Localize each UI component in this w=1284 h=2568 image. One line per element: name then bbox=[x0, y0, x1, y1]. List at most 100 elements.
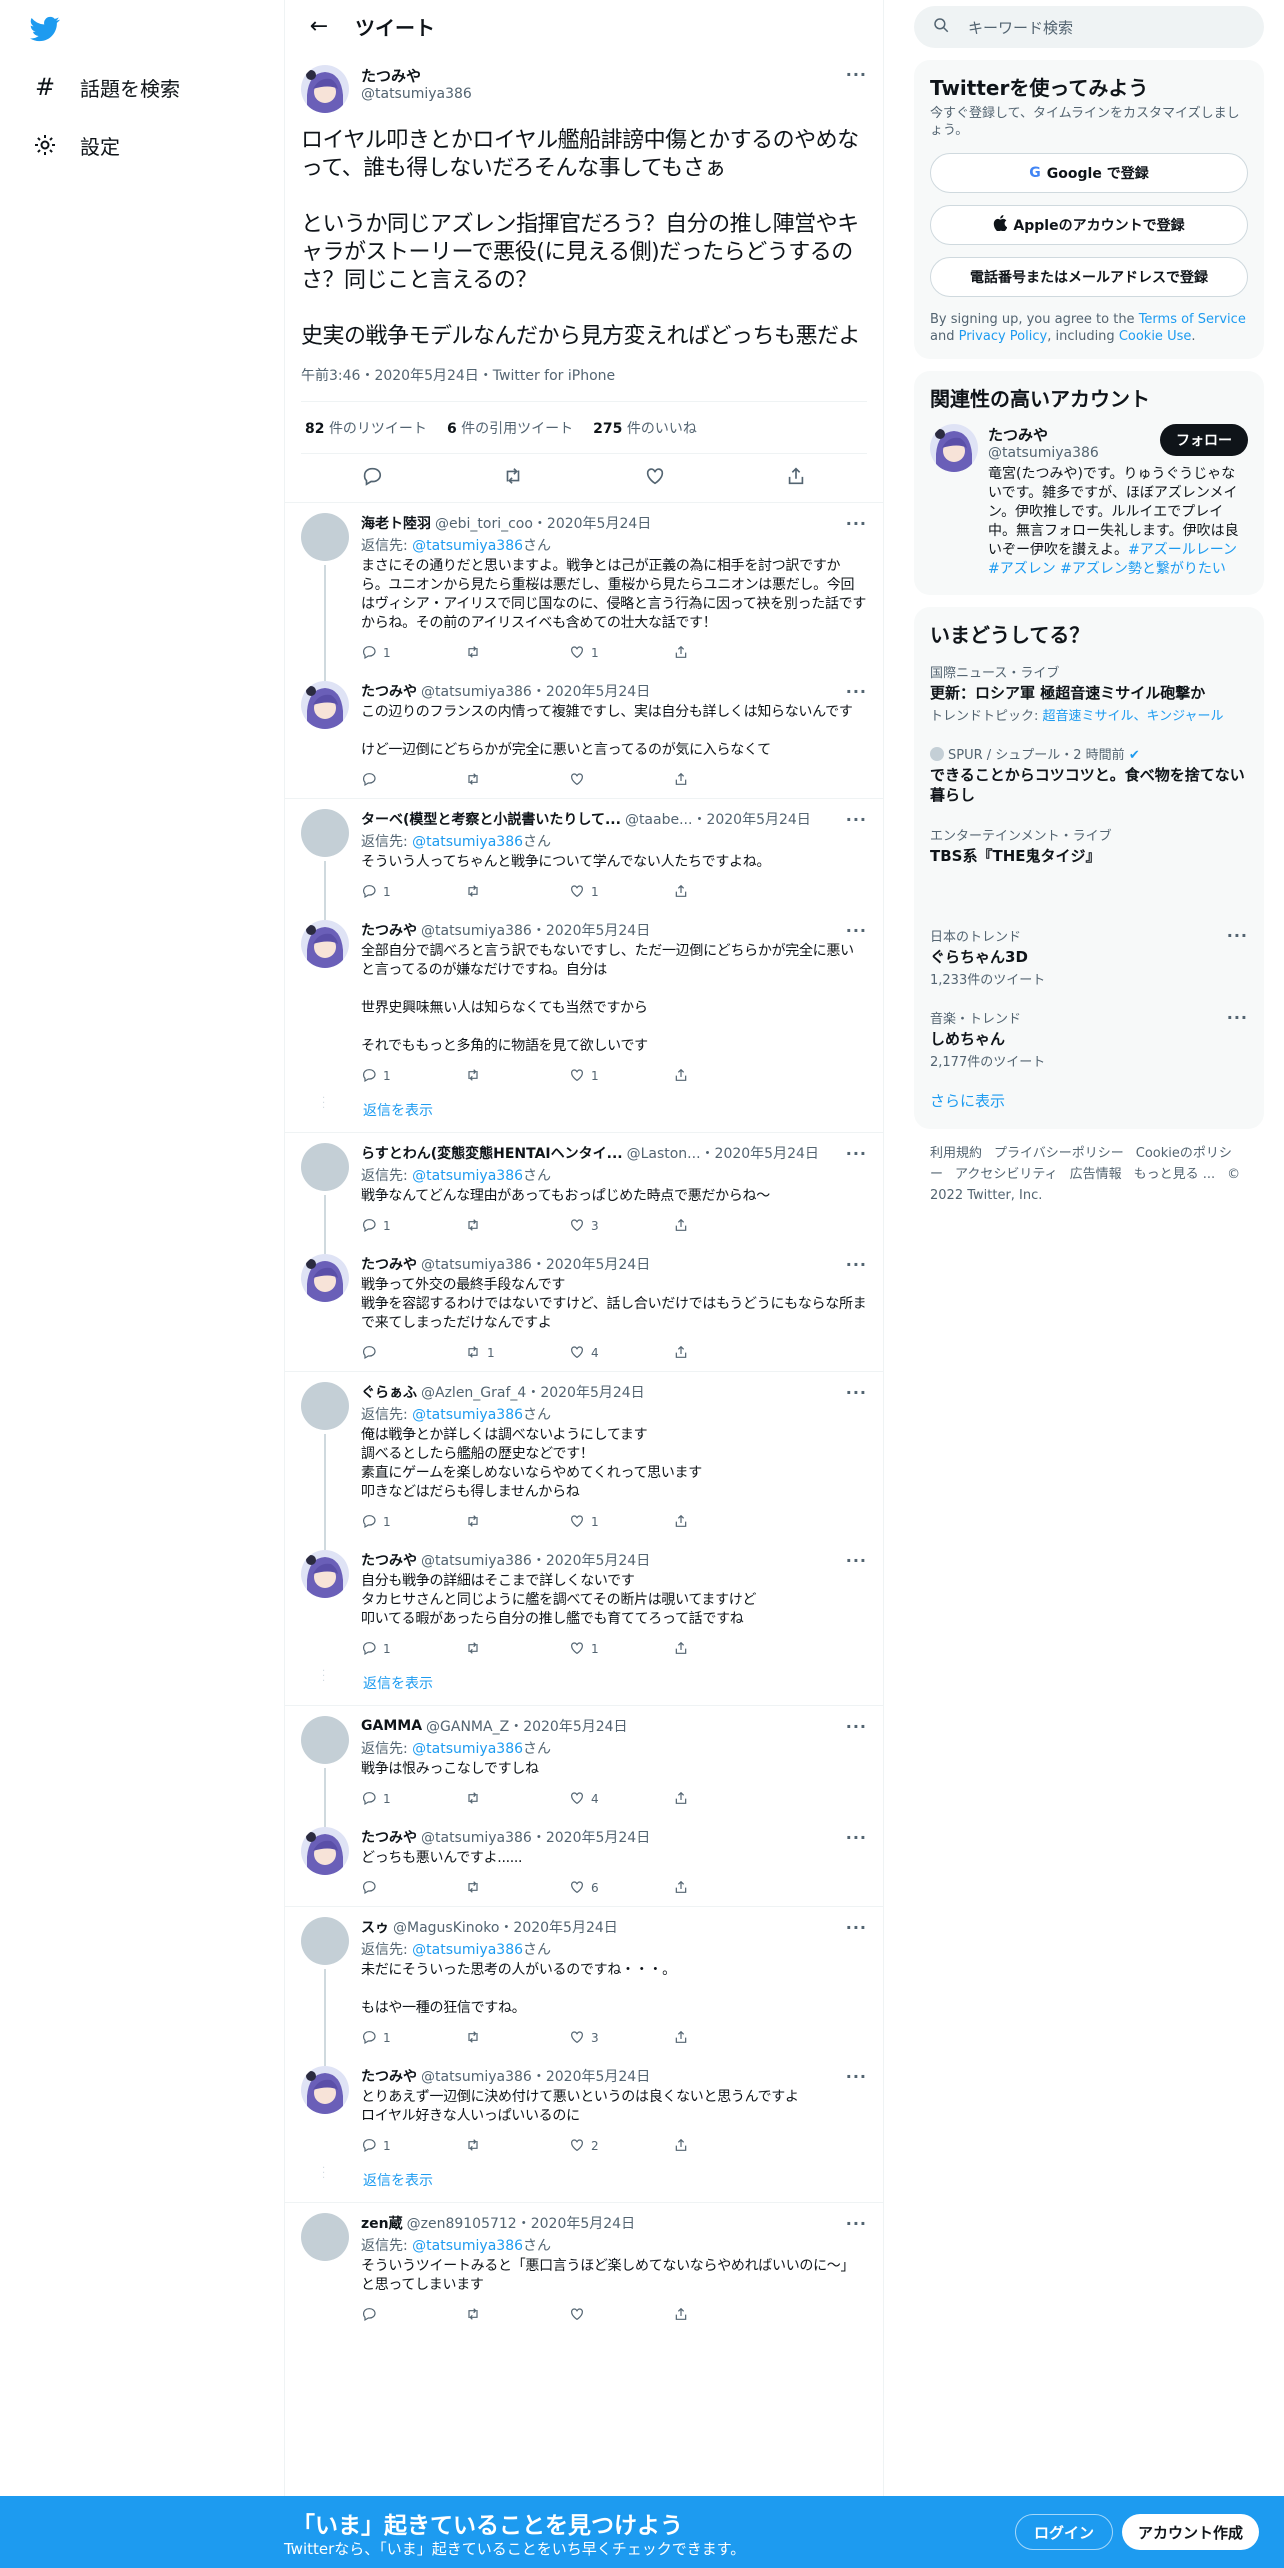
like-button[interactable]: 1 bbox=[569, 883, 673, 902]
reply-author-handle[interactable]: @Azlen_Graf_4・2020年5月24日 bbox=[421, 1382, 645, 1402]
reply-button[interactable]: 1 bbox=[361, 644, 465, 663]
reply-button[interactable] bbox=[361, 771, 465, 790]
trend-item[interactable]: 日本のトレンド ぐらちゃん3D 1,233件のツイート ··· bbox=[914, 916, 1264, 998]
reply-to-link[interactable]: @tatsumiya386 bbox=[412, 538, 523, 554]
reply-tweet[interactable]: たつみや @tatsumiya386・2020年5月24日 ··· どっちも悪いんです… bbox=[285, 1817, 883, 1906]
share-button[interactable] bbox=[673, 1067, 777, 1086]
reply-author-name[interactable]: たつみや bbox=[361, 1827, 417, 1847]
more-options-icon[interactable]: ··· bbox=[846, 65, 867, 84]
avatar[interactable] bbox=[301, 1254, 349, 1302]
twitter-logo-icon[interactable] bbox=[30, 14, 60, 48]
retweet-button[interactable] bbox=[465, 771, 569, 790]
avatar[interactable] bbox=[301, 2066, 349, 2114]
trend-item[interactable]: エンターテインメント・ライブ TBS系『THE鬼タイジ』 bbox=[914, 815, 1264, 876]
author-handle[interactable]: @tatsumiya386 bbox=[361, 86, 846, 102]
reply-author-handle[interactable]: @taabe...・2020年5月24日 bbox=[625, 809, 811, 829]
cookie-link[interactable]: Cookie Use bbox=[1119, 329, 1192, 344]
follow-button[interactable]: フォロー bbox=[1160, 424, 1248, 456]
like-button[interactable]: 6 bbox=[569, 1879, 673, 1898]
reply-tweet[interactable]: 海老ト陸羽 @ebi_tori_coo・2020年5月24日 ··· 返信先: @ta… bbox=[285, 503, 883, 671]
footer-link[interactable]: アクセシビリティ bbox=[955, 1167, 1058, 1182]
like-button[interactable]: 4 bbox=[569, 1790, 673, 1809]
retweet-button[interactable] bbox=[465, 2137, 569, 2156]
reply-tweet[interactable]: たつみや @tatsumiya386・2020年5月24日 ··· 自分も戦争の詳細は… bbox=[285, 1540, 883, 1667]
share-button[interactable] bbox=[673, 771, 777, 790]
trend-item[interactable]: SPUR / シュプール・2 時間前 ✔ できることからコツコツと。食べ物を捨てな… bbox=[914, 734, 1264, 815]
reply-button[interactable]: 1 bbox=[361, 2029, 465, 2048]
reply-tweet[interactable]: らすとわん(変態変態HENTAIヘンタイ... @Laston...・2020年5… bbox=[285, 1133, 883, 1244]
reply-author-handle[interactable]: @tatsumiya386・2020年5月24日 bbox=[421, 681, 650, 701]
reply-author-name[interactable]: ターベ(模型と考察と小説書いたりして... bbox=[361, 809, 621, 829]
reply-tweet[interactable]: ぐらぁふ @Azlen_Graf_4・2020年5月24日 ··· 返信先: @tat… bbox=[285, 1372, 883, 1540]
more-options-icon[interactable]: ··· bbox=[846, 1144, 867, 1163]
more-options-icon[interactable]: ··· bbox=[846, 921, 867, 940]
retweet-button[interactable] bbox=[465, 1879, 569, 1898]
footer-link[interactable]: もっと見る ... bbox=[1134, 1167, 1216, 1182]
like-count[interactable]: 275 件のいいね bbox=[593, 418, 697, 438]
trend-item[interactable]: 音楽・トレンド しめちゃん 2,177件のツイート ··· bbox=[914, 998, 1264, 1080]
more-options-icon[interactable]: ··· bbox=[846, 2214, 867, 2233]
reply-to-link[interactable]: @tatsumiya386 bbox=[412, 1168, 523, 1184]
reply-tweet[interactable]: スゥ @MagusKinoko・2020年5月24日 ··· 返信先: @tatsum… bbox=[285, 1907, 883, 2056]
reply-tweet[interactable]: たつみや @tatsumiya386・2020年5月24日 ··· この辺りのフランス… bbox=[285, 671, 883, 798]
like-button[interactable]: 1 bbox=[569, 1067, 673, 1086]
reply-button[interactable] bbox=[361, 1344, 465, 1363]
more-options-icon[interactable]: ··· bbox=[846, 810, 867, 829]
like-button[interactable]: 1 bbox=[569, 1640, 673, 1659]
like-button[interactable]: 1 bbox=[569, 1513, 673, 1532]
avatar[interactable] bbox=[301, 809, 349, 857]
reply-to-link[interactable]: @tatsumiya386 bbox=[412, 834, 523, 850]
reply-author-name[interactable]: 海老ト陸羽 bbox=[361, 513, 431, 533]
share-button[interactable] bbox=[673, 1513, 777, 1532]
reply-author-name[interactable]: zen蔵 bbox=[361, 2213, 403, 2233]
footer-link[interactable]: 利用規約 bbox=[930, 1146, 982, 1161]
more-options-icon[interactable]: ··· bbox=[1227, 1008, 1248, 1027]
reply-button[interactable]: 1 bbox=[361, 1217, 465, 1236]
reply-button[interactable]: 1 bbox=[361, 1067, 465, 1086]
retweet-button[interactable] bbox=[465, 644, 569, 663]
reply-tweet[interactable]: GAMMA @GANMA_Z・2020年5月24日 ··· 返信先: @tatsumi… bbox=[285, 1706, 883, 1817]
like-button[interactable]: 3 bbox=[569, 1217, 673, 1236]
reply-author-handle[interactable]: @ebi_tori_coo・2020年5月24日 bbox=[435, 513, 651, 533]
reply-button[interactable]: 1 bbox=[361, 2137, 465, 2156]
retweet-button[interactable] bbox=[465, 1790, 569, 1809]
show-replies-link[interactable]: · · · 返信を表示 bbox=[285, 1667, 883, 1706]
back-arrow-icon[interactable]: ← bbox=[301, 9, 337, 45]
reply-author-handle[interactable]: @tatsumiya386・2020年5月24日 bbox=[421, 1254, 650, 1274]
apple-signup-button[interactable]: Appleのアカウントで登録 bbox=[930, 205, 1248, 245]
more-options-icon[interactable]: ··· bbox=[1227, 926, 1248, 945]
more-options-icon[interactable]: ··· bbox=[846, 682, 867, 701]
like-button[interactable]: 4 bbox=[569, 1344, 673, 1363]
reply-button[interactable]: 1 bbox=[361, 1790, 465, 1809]
share-button[interactable] bbox=[673, 2306, 777, 2325]
search-input[interactable]: キーワード検索 bbox=[914, 6, 1264, 48]
reply-to-link[interactable]: @tatsumiya386 bbox=[412, 1942, 523, 1958]
nav-explore[interactable]: # 話題を検索 bbox=[30, 67, 180, 107]
like-button[interactable] bbox=[569, 771, 673, 790]
more-options-icon[interactable]: ··· bbox=[846, 1551, 867, 1570]
retweet-button[interactable] bbox=[465, 1067, 569, 1086]
reply-button[interactable] bbox=[361, 1879, 465, 1898]
share-button[interactable] bbox=[673, 1640, 777, 1659]
retweet-icon[interactable] bbox=[502, 465, 524, 491]
share-button[interactable] bbox=[673, 2029, 777, 2048]
signup-button[interactable]: アカウント作成 bbox=[1122, 2514, 1260, 2550]
share-button[interactable] bbox=[673, 1344, 777, 1363]
login-button[interactable]: ログイン bbox=[1015, 2514, 1114, 2550]
retweet-button[interactable] bbox=[465, 1640, 569, 1659]
share-button[interactable] bbox=[673, 644, 777, 663]
retweet-button[interactable] bbox=[465, 1217, 569, 1236]
reply-to-link[interactable]: @tatsumiya386 bbox=[412, 1407, 523, 1423]
share-button[interactable] bbox=[673, 883, 777, 902]
like-button[interactable]: 1 bbox=[569, 644, 673, 663]
retweet-button[interactable] bbox=[465, 883, 569, 902]
reply-author-handle[interactable]: @tatsumiya386・2020年5月24日 bbox=[421, 1827, 650, 1847]
reply-tweet[interactable]: ターベ(模型と考察と小説書いたりして... @taabe...・2020年5月24… bbox=[285, 799, 883, 910]
more-options-icon[interactable]: ··· bbox=[846, 2067, 867, 2086]
more-options-icon[interactable]: ··· bbox=[846, 514, 867, 533]
reply-author-handle[interactable]: @Laston...・2020年5月24日 bbox=[627, 1143, 819, 1163]
share-button[interactable] bbox=[673, 1790, 777, 1809]
reply-tweet[interactable]: たつみや @tatsumiya386・2020年5月24日 ··· 全部自分で調べろと… bbox=[285, 910, 883, 1094]
more-options-icon[interactable]: ··· bbox=[846, 1717, 867, 1736]
author-name[interactable]: たつみや bbox=[361, 65, 846, 86]
